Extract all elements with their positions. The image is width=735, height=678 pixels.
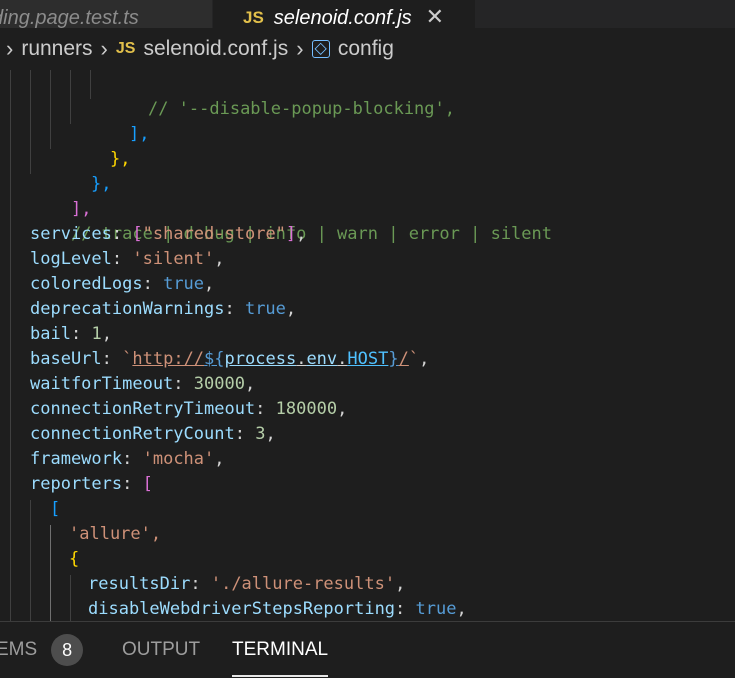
indent-guide [50, 70, 51, 149]
code-line: // '--disable-popup-blocking', [147, 99, 455, 119]
breadcrumb-file[interactable]: selenoid.conf.js [143, 37, 288, 61]
code-line: }, [90, 174, 112, 194]
code-line: disableWebdriverStepsReporting: true, [88, 599, 467, 619]
problems-count-badge: 8 [51, 634, 84, 666]
code-line: }, [109, 149, 131, 169]
symbol-variable-icon: ◇ [311, 40, 330, 58]
code-editor[interactable]: // '--disable-popup-blocking', ], }, }, … [0, 70, 735, 621]
tab-selenoid-conf[interactable]: JS selenoid.conf.js ✕ [213, 0, 475, 28]
code-line: framework: 'mocha', [30, 449, 225, 469]
bottom-panel: EMS 8 OUTPUT TERMINAL [0, 621, 735, 678]
indent-guide [30, 70, 31, 174]
indent-guide [90, 70, 91, 99]
code-line: connectionRetryCount: 3, [30, 424, 276, 444]
tab-label: EMS [0, 639, 38, 660]
tab-terminal[interactable]: TERMINAL [232, 622, 329, 678]
code-line: services: ["shared-store"], [30, 224, 307, 244]
url-link[interactable]: http:// [132, 349, 204, 369]
code-line: deprecationWarnings: true, [30, 299, 297, 319]
indent-guide [50, 525, 51, 621]
code-line: connectionRetryTimeout: 180000, [30, 399, 348, 419]
indent-guide [30, 500, 31, 621]
code-line: // trace | debug | info | warn | error |… [70, 224, 552, 244]
chevron-right-icon: › [296, 36, 304, 61]
js-file-icon: JS [243, 8, 264, 27]
tab-output[interactable]: OUTPUT [122, 622, 200, 678]
code-line: { [69, 549, 80, 569]
code-line: reporters: [ [30, 474, 153, 494]
code-line: baseUrl: `http://${process.env.HOST}/`, [30, 349, 430, 369]
tab-label: selenoid.conf.js [273, 7, 412, 28]
tab-problems[interactable]: EMS 8 [0, 622, 84, 678]
indent-guide [70, 70, 71, 124]
chevron-right-icon: › [6, 36, 14, 61]
code-line: coloredLogs: true, [30, 274, 215, 294]
code-line: bail: 1, [30, 324, 112, 344]
code-line: logLevel: 'silent', [30, 249, 225, 269]
breadcrumb-folder[interactable]: runners [21, 37, 92, 61]
tab-label: OUTPUT [122, 639, 201, 660]
tab-label: ding.page.test.ts [0, 7, 139, 28]
code-line: waitforTimeout: 30000, [30, 374, 256, 394]
indent-guide [10, 199, 11, 621]
code-line: ], [128, 124, 150, 144]
tab-ding-page-test[interactable]: ding.page.test.ts [0, 0, 212, 28]
indent-guide [10, 70, 11, 199]
code-line: resultsDir: './allure-results', [88, 574, 406, 594]
breadcrumb: › runners › JS selenoid.conf.js › ◇ conf… [0, 28, 735, 70]
code-line: 'allure', [69, 524, 162, 544]
js-file-icon: JS [115, 40, 136, 57]
code-line: ], [70, 199, 92, 219]
editor-tab-bar: ding.page.test.ts JS selenoid.conf.js ✕ [0, 0, 735, 28]
tab-label: TERMINAL [232, 639, 329, 660]
code-line: [ [50, 499, 61, 519]
close-icon[interactable]: ✕ [426, 6, 444, 28]
chevron-right-icon: › [100, 36, 108, 61]
indent-guide [70, 575, 71, 621]
breadcrumb-symbol[interactable]: config [338, 37, 394, 61]
